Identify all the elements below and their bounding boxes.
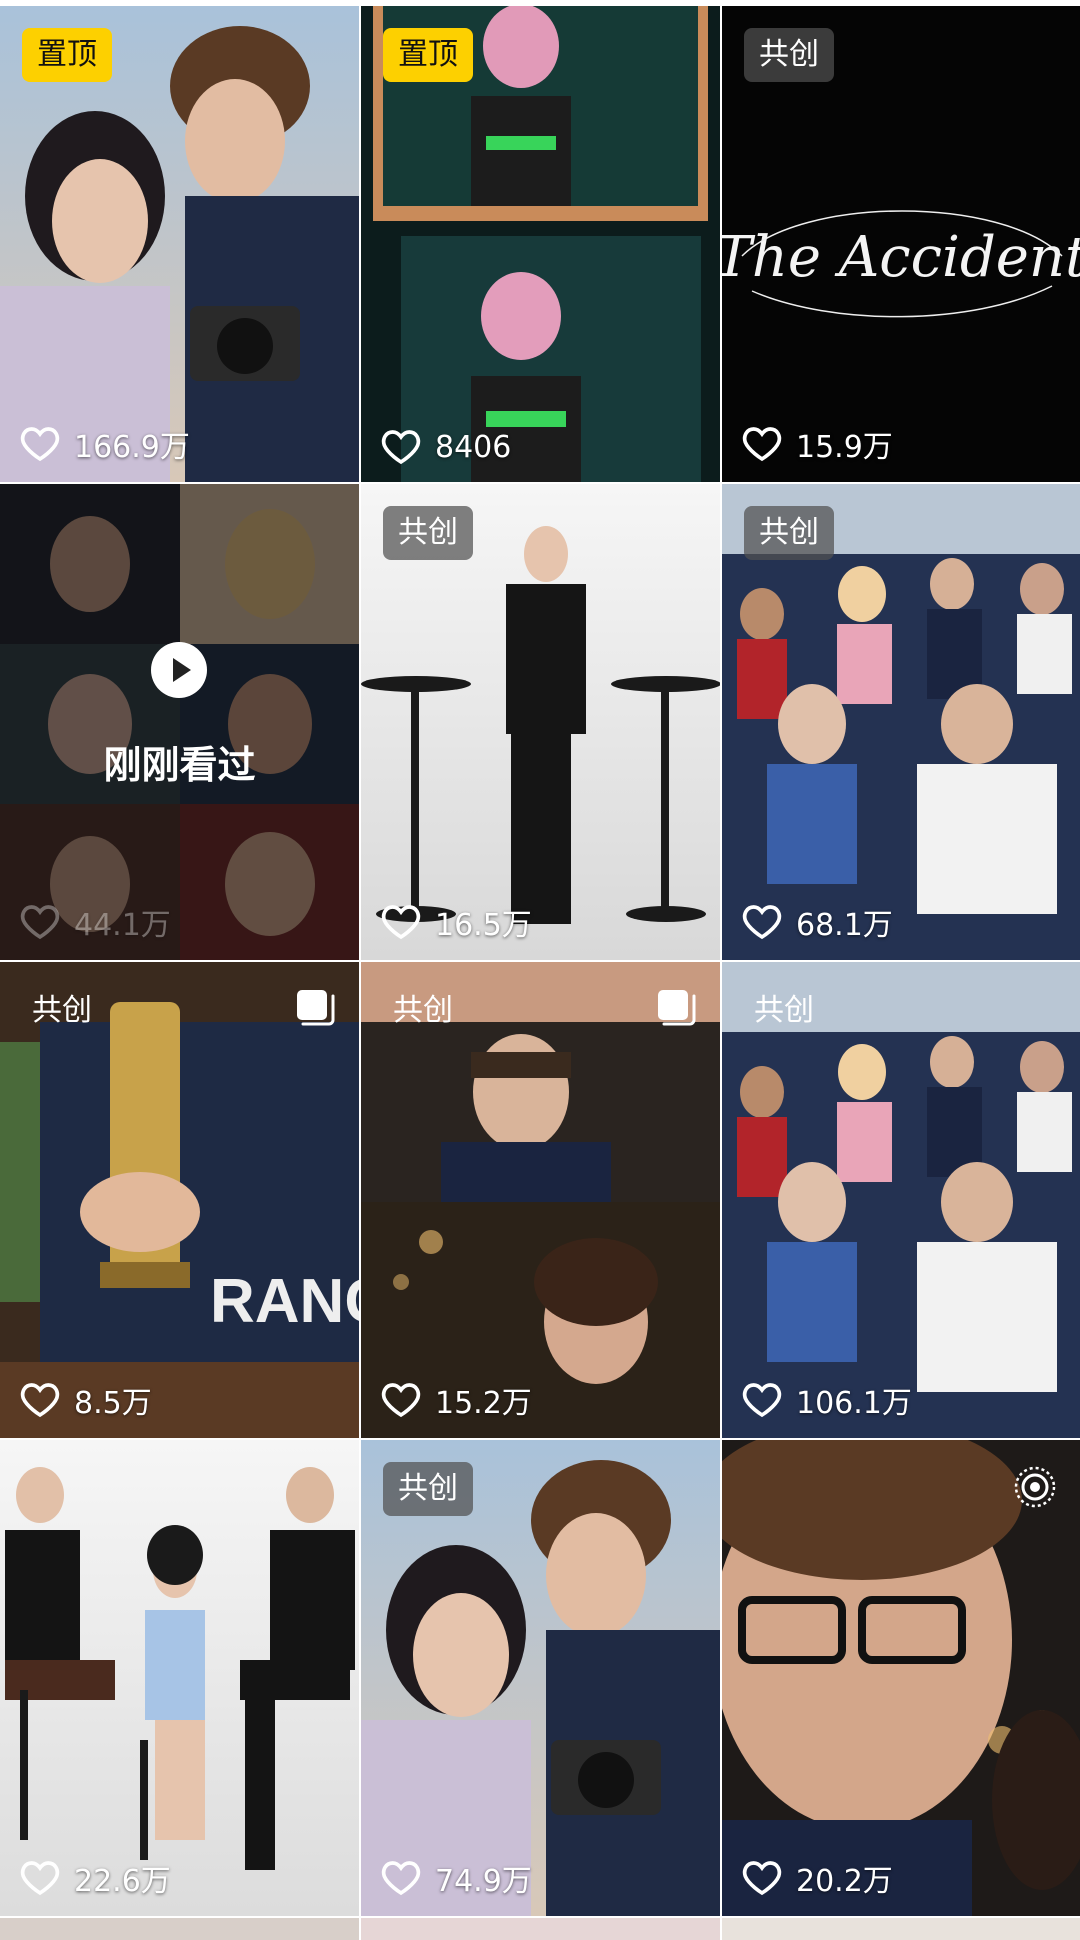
video-tile-6[interactable]: 共创 68.1万 xyxy=(722,484,1080,960)
like-count: 8406 xyxy=(381,428,511,466)
pinned-badge: 置顶 xyxy=(383,28,473,82)
play-icon xyxy=(151,642,207,698)
like-count: 74.9万 xyxy=(381,1856,532,1900)
video-tile-2[interactable]: 置顶 8406 xyxy=(361,6,720,482)
like-count-value: 68.1万 xyxy=(796,908,893,943)
video-tile-4[interactable]: 刚刚看过 44.1万 xyxy=(0,484,359,960)
like-count-value: 74.9万 xyxy=(435,1864,532,1899)
video-tile-3[interactable]: The Accident 共创 15.9万 xyxy=(722,6,1080,482)
like-count: 22.6万 xyxy=(20,1856,171,1900)
heart-outline-icon xyxy=(381,1861,421,1896)
heart-outline-icon xyxy=(381,1383,421,1418)
heart-outline-icon xyxy=(20,427,60,462)
like-count: 44.1万 xyxy=(20,900,171,944)
co-create-badge: 共创 xyxy=(383,506,473,560)
video-tile-partial[interactable] xyxy=(0,1918,359,1940)
like-count: 15.2万 xyxy=(381,1378,532,1422)
like-count-value: 16.5万 xyxy=(435,908,532,943)
co-create-badge: 共创 xyxy=(393,993,453,1028)
co-create-badge: 共创 xyxy=(754,993,814,1028)
video-tile-7[interactable]: RANC 共创 8.5万 xyxy=(0,962,359,1438)
heart-outline-icon xyxy=(20,1861,60,1896)
like-count: 16.5万 xyxy=(381,900,532,944)
video-tile-12[interactable]: 20.2万 xyxy=(722,1440,1080,1916)
video-grid: 置顶 166.9万 置顶 8406 The Accident 共创 15.9万 … xyxy=(0,0,1080,1940)
heart-outline-icon xyxy=(742,427,782,462)
like-count: 8.5万 xyxy=(20,1378,152,1422)
heart-outline-icon xyxy=(742,905,782,940)
video-tile-10[interactable]: 22.6万 xyxy=(0,1440,359,1916)
thumbnail-closeup-glasses xyxy=(722,1440,1080,1916)
co-create-badge: 共创 xyxy=(383,1462,473,1516)
video-tile-1[interactable]: 置顶 166.9万 xyxy=(0,6,359,482)
title-card-text: The Accident xyxy=(722,225,1080,290)
multi-image-icon xyxy=(658,990,696,1026)
thumbnail-trio-studio xyxy=(0,1440,359,1916)
like-count-value: 166.9万 xyxy=(74,430,190,465)
recently-watched-label: 刚刚看过 xyxy=(103,743,256,787)
live-icon xyxy=(1014,1466,1056,1508)
video-tile-11[interactable]: 共创 74.9万 xyxy=(361,1440,720,1916)
video-tile-9[interactable]: 共创 106.1万 xyxy=(722,962,1080,1438)
like-count-value: 20.2万 xyxy=(796,1864,893,1899)
like-count: 15.9万 xyxy=(742,422,893,466)
heart-outline-icon xyxy=(381,905,421,940)
like-count-value: 22.6万 xyxy=(74,1864,171,1899)
co-create-badge: 共创 xyxy=(744,506,834,560)
heart-outline-icon xyxy=(742,1861,782,1896)
heart-outline-icon xyxy=(742,1383,782,1418)
like-count-value: 15.9万 xyxy=(796,430,893,465)
recently-watched-overlay xyxy=(0,484,359,960)
heart-outline-icon xyxy=(381,430,421,465)
heart-outline-icon xyxy=(20,905,60,940)
like-count: 166.9万 xyxy=(20,422,190,466)
video-tile-8[interactable]: 共创 15.2万 xyxy=(361,962,720,1438)
like-count-value: 8.5万 xyxy=(74,1386,152,1421)
heart-outline-icon xyxy=(20,1383,60,1418)
like-count: 20.2万 xyxy=(742,1856,893,1900)
video-tile-partial[interactable] xyxy=(722,1918,1080,1940)
like-count-value: 15.2万 xyxy=(435,1386,532,1421)
like-count-value: 44.1万 xyxy=(74,908,171,943)
multi-image-icon xyxy=(297,990,335,1026)
like-count-value: 106.1万 xyxy=(796,1386,912,1421)
co-create-badge: 共创 xyxy=(744,28,834,82)
pinned-badge: 置顶 xyxy=(22,28,112,82)
co-create-badge: 共创 xyxy=(32,993,92,1028)
svg-text:RANC: RANC xyxy=(210,1267,359,1336)
video-tile-partial[interactable] xyxy=(361,1918,720,1940)
video-tile-5[interactable]: 共创 16.5万 xyxy=(361,484,720,960)
like-count: 106.1万 xyxy=(742,1378,912,1422)
like-count: 68.1万 xyxy=(742,900,893,944)
like-count-value: 8406 xyxy=(435,429,512,465)
